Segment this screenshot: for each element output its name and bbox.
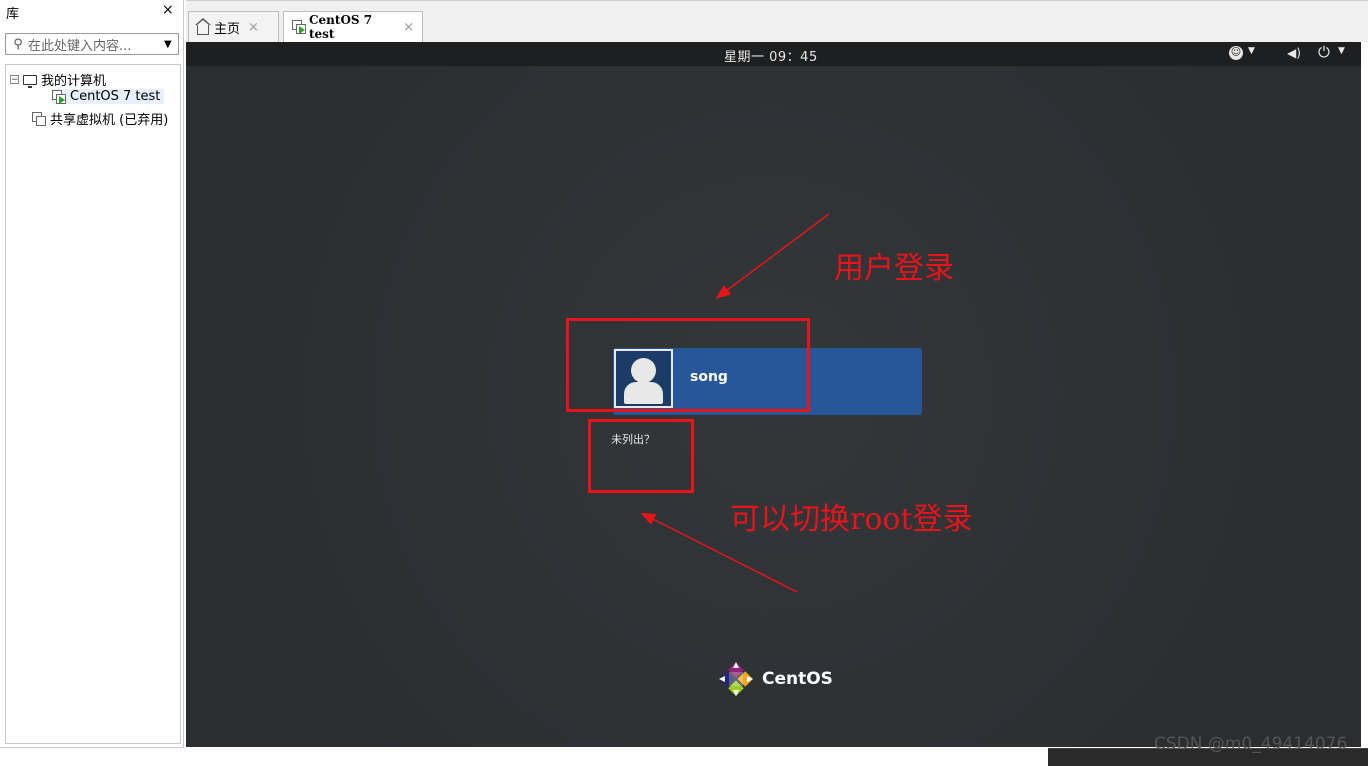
annotation-box-not-listed	[588, 419, 694, 493]
home-icon	[195, 18, 211, 35]
brand-name: CentOS	[762, 669, 833, 689]
annotation-box-user	[566, 318, 810, 412]
chevron-down-icon[interactable]: ▼	[1248, 46, 1255, 56]
centos-logo: CentOS	[717, 660, 833, 698]
annotation-user-login: 用户登录	[834, 251, 954, 286]
library-panel: 库 × ⚲ 在此处键入内容... ▼ − 我的计算机 CentOS 7 test…	[0, 0, 184, 748]
power-icon[interactable]: ⏻	[1318, 43, 1330, 61]
centos-logo-icon	[719, 662, 753, 696]
watermark: CSDN @m0_49414076	[1154, 734, 1348, 754]
vm-running-icon	[52, 89, 66, 104]
library-title: 库	[6, 7, 20, 22]
shared-vm-icon	[32, 111, 46, 126]
tab-centos[interactable]: CentOS 7 test ×	[283, 11, 423, 42]
window-edge	[1361, 42, 1368, 747]
search-icon: ⚲	[13, 36, 23, 52]
library-tree: − 我的计算机 CentOS 7 test 共享虚拟机 (已弃用)	[5, 64, 181, 744]
tree-item-label: 共享虚拟机 (已弃用)	[50, 113, 169, 128]
tree-item-shared-vms[interactable]: 共享虚拟机 (已弃用)	[32, 109, 168, 128]
vm-running-icon	[292, 20, 306, 34]
library-search[interactable]: ⚲ 在此处键入内容... ▼	[5, 33, 179, 55]
tab-close-icon[interactable]: ×	[248, 20, 259, 35]
library-close-button[interactable]: ×	[162, 2, 174, 18]
tab-home[interactable]: 主页 ×	[188, 11, 279, 42]
tree-item-my-computer[interactable]: − 我的计算机	[10, 70, 106, 89]
search-dropdown-icon[interactable]: ▼	[164, 39, 178, 50]
tab-label: CentOS 7 test	[309, 13, 373, 41]
tree-item-centos[interactable]: CentOS 7 test	[52, 89, 165, 104]
collapse-icon[interactable]: −	[10, 75, 19, 85]
tree-item-label: CentOS 7 test	[70, 89, 161, 104]
accessibility-icon[interactable]: ☺	[1229, 46, 1243, 60]
chevron-down-icon[interactable]: ▼	[1338, 46, 1345, 56]
clock[interactable]: 星期一 09：45	[724, 46, 818, 65]
annotation-switch-root: 可以切换root登录	[730, 502, 973, 537]
computer-icon	[23, 74, 37, 88]
search-input[interactable]: 在此处键入内容...	[28, 35, 164, 54]
tab-close-icon[interactable]: ×	[403, 20, 414, 35]
volume-icon[interactable]: ◀)	[1287, 46, 1301, 60]
tab-label: 主页	[214, 21, 241, 37]
gnome-top-bar: 星期一 09：45 ☺ ▼ ◀) ⏻ ▼	[186, 42, 1361, 66]
tab-bar: 主页 × CentOS 7 test ×	[186, 0, 1368, 43]
tree-item-label: 我的计算机	[41, 74, 107, 89]
